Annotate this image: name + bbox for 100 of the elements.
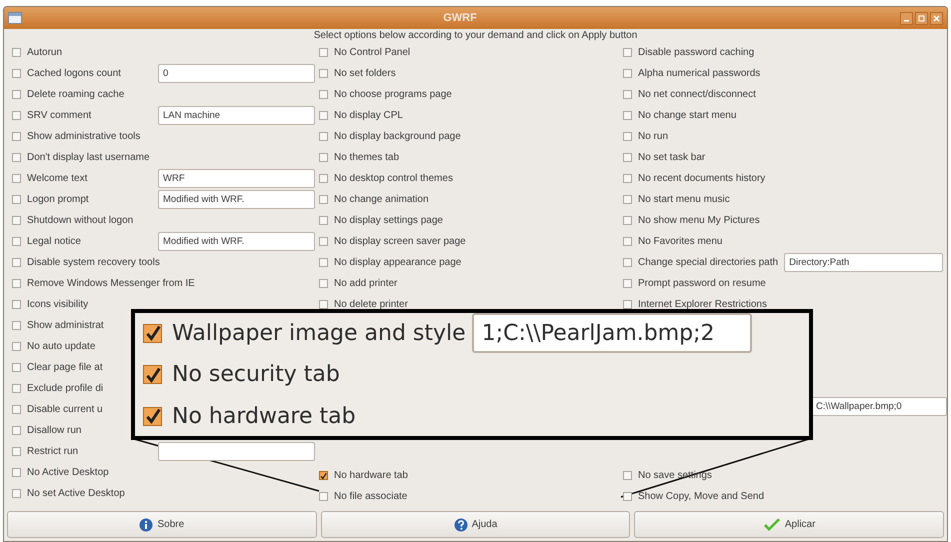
checkbox[interactable] <box>12 489 21 498</box>
option-label: No set task bar <box>638 152 706 163</box>
checkbox[interactable] <box>623 300 632 309</box>
checkbox[interactable] <box>143 406 162 426</box>
checkbox[interactable] <box>12 447 21 456</box>
checkbox[interactable] <box>319 111 328 120</box>
checkbox[interactable] <box>623 279 632 288</box>
checkbox[interactable] <box>319 153 328 162</box>
option-label: Internet Explorer Restrictions <box>638 299 767 310</box>
checkbox[interactable] <box>12 300 21 309</box>
option-label: Disallow run <box>27 425 82 436</box>
option-label: Clear page file at <box>27 362 103 373</box>
checkbox[interactable] <box>319 90 328 99</box>
option-label: Exclude profile di <box>27 383 104 394</box>
dialog-button[interactable]: Sobre <box>7 511 317 538</box>
option-label: No Active Desktop <box>27 467 109 478</box>
input-field[interactable]: LAN machine <box>158 106 315 125</box>
option-label: Alpha numerical passwords <box>638 68 760 79</box>
option-label: Change special directories path <box>638 257 778 268</box>
checkbox[interactable] <box>12 279 21 288</box>
checkbox[interactable] <box>12 69 21 78</box>
checkbox[interactable] <box>623 195 632 204</box>
option-label: Icons visibility <box>27 299 88 310</box>
checkbox[interactable] <box>319 195 328 204</box>
checkbox[interactable] <box>623 90 632 99</box>
input-field[interactable]: Modified with WRF. <box>158 190 315 209</box>
option-label: Autorun <box>27 47 62 58</box>
option-label: Restrict run <box>27 446 80 457</box>
option-label: No change animation <box>334 194 429 205</box>
checkbox[interactable] <box>623 216 632 225</box>
checkbox[interactable] <box>143 365 162 384</box>
checkbox[interactable] <box>623 174 632 183</box>
checkbox[interactable] <box>12 321 21 330</box>
option-label: Show Copy, Move and Send <box>638 491 764 502</box>
checkbox[interactable] <box>12 90 21 99</box>
checkbox[interactable] <box>12 195 21 204</box>
checkbox[interactable] <box>623 153 632 162</box>
checkbox[interactable] <box>12 363 21 372</box>
checkbox[interactable] <box>319 492 328 501</box>
input-field[interactable]: 1;C:\\PearlJam.bmp;2 <box>472 313 752 353</box>
checkbox[interactable] <box>12 405 21 414</box>
maximize-button[interactable] <box>915 12 928 24</box>
checkbox[interactable] <box>12 258 21 267</box>
checkbox[interactable] <box>623 492 632 501</box>
option-label: Disable password caching <box>638 47 754 58</box>
checkbox[interactable] <box>319 258 328 267</box>
option-label: Disable current u <box>27 404 103 415</box>
checkbox[interactable] <box>12 174 21 183</box>
checkbox[interactable] <box>623 132 632 141</box>
checkbox[interactable] <box>623 258 632 267</box>
checkbox[interactable] <box>12 237 21 246</box>
option-label: No file associate <box>334 491 408 502</box>
minimize-button[interactable] <box>900 12 913 24</box>
checkbox[interactable] <box>12 426 21 435</box>
checkbox[interactable] <box>319 237 328 246</box>
checkbox[interactable] <box>623 471 632 480</box>
checkbox[interactable] <box>319 471 328 480</box>
input-field[interactable]: 0 <box>158 64 315 83</box>
option-label: No hardware tab <box>334 470 408 481</box>
checkbox[interactable] <box>319 132 328 141</box>
dialog-button[interactable]: Aplicar <box>634 511 944 538</box>
checkbox[interactable] <box>623 111 632 120</box>
window-icon <box>8 12 22 24</box>
option-label: No Favorites menu <box>638 236 722 247</box>
checkbox[interactable] <box>12 132 21 141</box>
input-field[interactable] <box>158 442 315 461</box>
checkbox[interactable] <box>623 48 632 57</box>
checkbox[interactable] <box>12 111 21 120</box>
checkbox[interactable] <box>623 237 632 246</box>
checkbox[interactable] <box>12 216 21 225</box>
input-field[interactable]: Directory:Path <box>784 253 943 272</box>
input-field[interactable]: Modified with WRF. <box>158 232 315 251</box>
input-field[interactable]: WRF <box>158 169 315 188</box>
checkbox[interactable] <box>319 48 328 57</box>
checkbox[interactable] <box>12 384 21 393</box>
option-label: Remove Windows Messenger from IE <box>27 278 195 289</box>
checkbox[interactable] <box>12 342 21 351</box>
close-button[interactable] <box>930 12 943 24</box>
checkbox[interactable] <box>319 69 328 78</box>
option-label: No themes tab <box>334 152 400 163</box>
input-field[interactable]: C:\\Wallpaper.bmp;0 <box>811 397 947 416</box>
checkbox[interactable] <box>12 48 21 57</box>
dialog-button[interactable]: Ajuda <box>320 511 630 538</box>
option-label: No display settings page <box>334 215 443 226</box>
checkbox[interactable] <box>319 300 328 309</box>
checkbox[interactable] <box>319 279 328 288</box>
option-label: Wallpaper image and style <box>172 320 466 346</box>
option-label: Delete roaming cache <box>27 89 124 100</box>
option-label: No recent documents history <box>638 173 766 184</box>
checkbox[interactable] <box>12 468 21 477</box>
checkbox[interactable] <box>143 324 162 342</box>
checkbox[interactable] <box>12 153 21 162</box>
option-label: No change start menu <box>638 110 736 121</box>
option-label: No net connect/disconnect <box>638 89 756 100</box>
checkmark-icon <box>762 518 781 532</box>
option-label: Welcome text <box>27 173 88 184</box>
checkbox[interactable] <box>623 69 632 78</box>
checkbox[interactable] <box>319 216 328 225</box>
option-label: Show administrative tools <box>27 131 140 142</box>
checkbox[interactable] <box>319 174 328 183</box>
